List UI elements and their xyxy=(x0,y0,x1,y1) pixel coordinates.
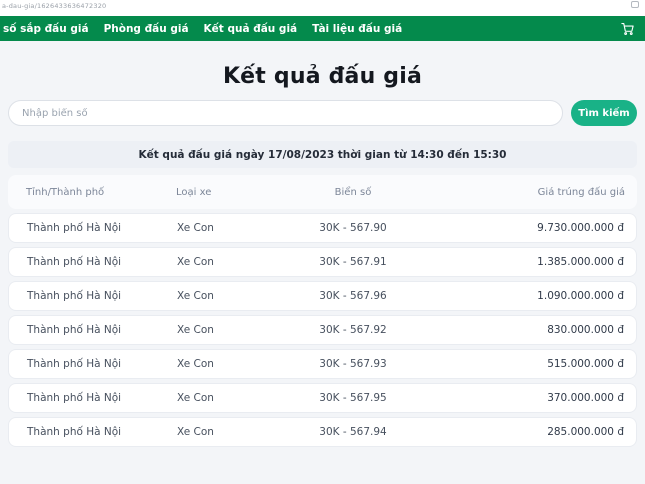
cell-price: 830.000.000 đ xyxy=(424,324,624,336)
search-bar: Tìm kiếm xyxy=(8,100,637,126)
cell-province: Thành phố Hà Nội xyxy=(27,324,177,336)
cell-plate: 30K - 567.92 xyxy=(282,324,424,336)
cell-price: 1.090.000.000 đ xyxy=(424,290,624,302)
cell-province: Thành phố Hà Nội xyxy=(27,426,177,438)
cell-province: Thành phố Hà Nội xyxy=(27,222,177,234)
cell-province: Thành phố Hà Nội xyxy=(27,256,177,268)
cell-vehicle-type: Xe Con xyxy=(177,290,282,302)
shopping-cart-icon[interactable] xyxy=(620,21,635,36)
cell-vehicle-type: Xe Con xyxy=(177,392,282,404)
table-row[interactable]: Thành phố Hà Nội Xe Con 30K - 567.96 1.0… xyxy=(8,281,637,311)
cell-plate: 30K - 567.96 xyxy=(282,290,424,302)
nav-menu: số sắp đấu giá Phòng đấu giá Kết quả đấu… xyxy=(3,23,620,35)
nav-item-auction-room[interactable]: Phòng đấu giá xyxy=(104,23,189,35)
cell-vehicle-type: Xe Con xyxy=(177,324,282,336)
cell-plate: 30K - 567.91 xyxy=(282,256,424,268)
nav-item-plates-upcoming[interactable]: số sắp đấu giá xyxy=(3,23,89,35)
cell-vehicle-type: Xe Con xyxy=(177,358,282,370)
cell-price: 9.730.000.000 đ xyxy=(424,222,624,234)
browser-chrome-strip: a-dau-gia/1626433636472320 xyxy=(0,0,645,16)
session-banner: Kết quả đấu giá ngày 17/08/2023 thời gia… xyxy=(8,141,637,168)
column-header-province: Tỉnh/Thành phố xyxy=(26,187,176,198)
nav-item-auction-documents[interactable]: Tài liệu đấu giá xyxy=(312,23,402,35)
cell-province: Thành phố Hà Nội xyxy=(27,392,177,404)
page-title: Kết quả đấu giá xyxy=(8,63,637,91)
table-row[interactable]: Thành phố Hà Nội Xe Con 30K - 567.93 515… xyxy=(8,349,637,379)
table-row[interactable]: Thành phố Hà Nội Xe Con 30K - 567.91 1.3… xyxy=(8,247,637,277)
cell-plate: 30K - 567.93 xyxy=(282,358,424,370)
cell-price: 515.000.000 đ xyxy=(424,358,624,370)
search-button[interactable]: Tìm kiếm xyxy=(571,100,637,126)
cell-vehicle-type: Xe Con xyxy=(177,256,282,268)
cell-province: Thành phố Hà Nội xyxy=(27,358,177,370)
page-content: Kết quả đấu giá Tìm kiếm Kết quả đấu giá… xyxy=(0,63,645,447)
cell-vehicle-type: Xe Con xyxy=(177,222,282,234)
cell-price: 1.385.000.000 đ xyxy=(424,256,624,268)
column-header-plate: Biển số xyxy=(281,187,425,198)
table-body: Thành phố Hà Nội Xe Con 30K - 567.90 9.7… xyxy=(8,213,637,447)
url-fragment: a-dau-gia/1626433636472320 xyxy=(2,1,106,10)
cell-price: 285.000.000 đ xyxy=(424,426,624,438)
results-table: Tỉnh/Thành phố Loại xe Biển số Giá trúng… xyxy=(8,175,637,447)
table-row[interactable]: Thành phố Hà Nội Xe Con 30K - 567.95 370… xyxy=(8,383,637,413)
cell-plate: 30K - 567.94 xyxy=(282,426,424,438)
cell-price: 370.000.000 đ xyxy=(424,392,624,404)
main-navbar: số sắp đấu giá Phòng đấu giá Kết quả đấu… xyxy=(0,16,645,41)
table-row[interactable]: Thành phố Hà Nội Xe Con 30K - 567.94 285… xyxy=(8,417,637,447)
table-row[interactable]: Thành phố Hà Nội Xe Con 30K - 567.90 9.7… xyxy=(8,213,637,243)
table-row[interactable]: Thành phố Hà Nội Xe Con 30K - 567.92 830… xyxy=(8,315,637,345)
nav-item-auction-results[interactable]: Kết quả đấu giá xyxy=(204,23,298,35)
table-header: Tỉnh/Thành phố Loại xe Biển số Giá trúng… xyxy=(8,175,637,209)
cell-plate: 30K - 567.95 xyxy=(282,392,424,404)
column-header-price: Giá trúng đấu giá xyxy=(425,187,625,198)
column-header-vehicle-type: Loại xe xyxy=(176,187,281,198)
cell-plate: 30K - 567.90 xyxy=(282,222,424,234)
cell-province: Thành phố Hà Nội xyxy=(27,290,177,302)
browser-extension-icon xyxy=(631,1,639,8)
search-input[interactable] xyxy=(8,100,563,126)
cell-vehicle-type: Xe Con xyxy=(177,426,282,438)
